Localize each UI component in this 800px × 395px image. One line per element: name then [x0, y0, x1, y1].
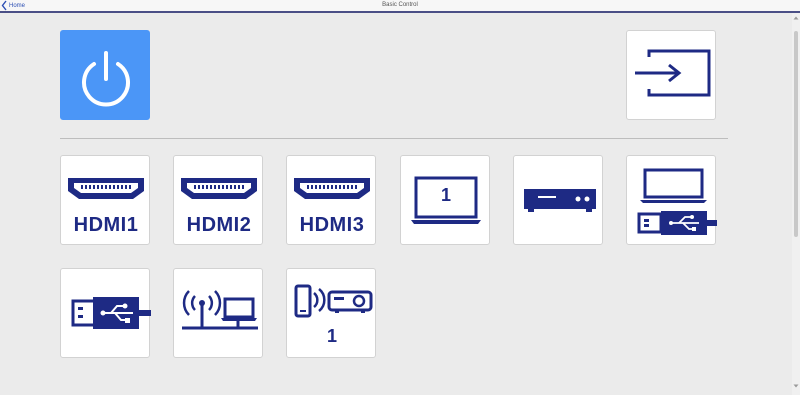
title-bar: Home Basic Control [0, 0, 800, 13]
source-label: HDMI2 [186, 214, 252, 236]
source-usb-button[interactable] [60, 268, 151, 358]
page-title: Basic Control [382, 2, 418, 8]
vertical-scrollbar[interactable] [792, 13, 800, 395]
usb-icon [71, 297, 151, 329]
source-usb-display-button[interactable] [626, 155, 717, 245]
scroll-up-icon[interactable] [793, 15, 799, 21]
source-network-button[interactable] [173, 268, 263, 358]
source-screen-mirroring-button[interactable]: 1 [286, 268, 376, 358]
source-number: 1 [326, 326, 337, 346]
section-divider [60, 138, 728, 139]
source-number: 1 [440, 185, 451, 205]
source-video-player-button[interactable] [513, 155, 603, 245]
video-player-icon [524, 189, 596, 212]
source-hdmi3-button[interactable]: HDMI3 [286, 155, 376, 245]
scroll-down-icon[interactable] [793, 383, 799, 389]
power-icon [82, 51, 130, 107]
input-source-icon [635, 49, 711, 97]
source-hdmi1-button[interactable]: HDMI1 [60, 155, 150, 245]
usb-display-icon [637, 168, 717, 235]
source-computer-button[interactable]: 1 [400, 155, 490, 245]
source-label: HDMI1 [73, 214, 139, 236]
source-label: HDMI3 [299, 214, 365, 236]
scroll-thumb[interactable] [794, 31, 798, 237]
source-hdmi2-button[interactable]: HDMI2 [173, 155, 263, 245]
source-switch-button[interactable] [626, 30, 716, 120]
network-icon [182, 290, 258, 330]
power-button[interactable] [60, 30, 150, 120]
